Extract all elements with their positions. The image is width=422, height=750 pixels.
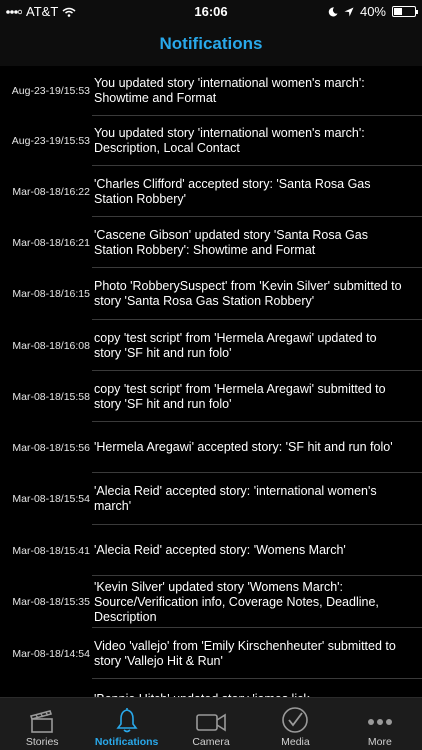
- notification-time: Mar-08-18/15:56: [12, 441, 90, 454]
- tab-camera[interactable]: Camera: [169, 698, 253, 750]
- tab-label: Notifications: [94, 736, 159, 748]
- notification-time: Mar-08-18/15:35: [12, 596, 90, 608]
- tab-more[interactable]: More: [338, 698, 422, 750]
- battery-percent: 40%: [359, 4, 386, 19]
- notification-text: 'Cascene Gibson' updated story 'Santa Ro…: [94, 227, 368, 257]
- notification-text: You updated story 'international women's…: [94, 76, 365, 105]
- tab-label: Camera: [192, 736, 230, 748]
- notification-time: Aug-23-19/15:53: [11, 85, 90, 97]
- notification-row[interactable]: Mar-08-18/16:21 'Cascene Gibson' updated …: [0, 217, 422, 268]
- notification-text: copy 'test script' from 'Hermela Aregawi…: [94, 381, 386, 411]
- more-dots-icon: [366, 710, 394, 734]
- notification-time: Mar-08-18/15:58: [12, 390, 90, 403]
- page-title: Notifications: [159, 34, 263, 53]
- notification-text: 'Kevin Silver' updated story 'Womens Mar…: [94, 579, 379, 624]
- notification-time: Mar-08-18/15:54: [12, 493, 90, 505]
- notification-row[interactable]: Mar-08-18/15:56 'Hermela Aregawi' accepte…: [0, 422, 422, 473]
- notification-text: Photo 'RobberySuspect' from 'Kevin Silve…: [94, 279, 402, 308]
- tab-media[interactable]: Media: [253, 698, 337, 750]
- tab-notifications[interactable]: Notifications: [84, 698, 168, 750]
- location-arrow-icon: [344, 7, 354, 16]
- battery-icon: [392, 6, 418, 17]
- notification-text: 'Alecia Reid' accepted story: 'Womens Ma…: [94, 543, 346, 557]
- tab-bar: Stories Notifications Camera Media More: [0, 697, 422, 750]
- notification-row[interactable]: Aug-23-19/15:53 You updated story 'intern…: [0, 116, 422, 166]
- notification-row[interactable]: Mar-08-18/15:35 'Kevin Silver' updated st…: [0, 576, 422, 628]
- tab-label: Stories: [25, 736, 59, 748]
- notification-row[interactable]: Mar-08-18/15:41 'Alecia Reid' accepted st…: [0, 525, 422, 576]
- checkmark-circle-icon: [281, 706, 309, 734]
- notifications-list[interactable]: Aug-23-19/15:53 You updated story 'intern…: [0, 66, 422, 698]
- notification-time: Aug-23-19/15:53: [11, 135, 90, 147]
- notification-row[interactable]: Mar-08-18/16:08 copy 'test script' from '…: [0, 320, 422, 371]
- notification-time: Mar-08-18/16:22: [12, 185, 90, 198]
- notification-time: Mar-08-18/16:08: [12, 339, 90, 352]
- notification-time: Mar-08-18/16:21: [12, 236, 90, 249]
- notification-text: 'Hermela Aregawi' accepted story: 'SF hi…: [94, 440, 393, 454]
- notification-time: Mar-08-18/14:54: [12, 647, 90, 660]
- notification-row[interactable]: 'Bonnie Hitch' updated story 'james lick: [0, 679, 422, 699]
- notification-text: You updated story 'international women's…: [94, 126, 365, 155]
- status-bar: AT&T 16:06 40%: [0, 0, 422, 22]
- navigation-bar: Notifications: [0, 22, 422, 66]
- battery-tip: [416, 10, 418, 14]
- notification-text: Video 'vallejo' from 'Emily Kirschenheut…: [94, 638, 396, 668]
- clapperboard-icon: [29, 710, 55, 734]
- tab-label: More: [367, 736, 392, 748]
- notification-row[interactable]: Mar-08-18/16:15 Photo 'RobberySuspect' fr…: [0, 268, 422, 320]
- notification-row[interactable]: Mar-08-18/16:22 'Charles Clifford' accept…: [0, 166, 422, 217]
- notification-text: 'Alecia Reid' accepted story: 'internati…: [94, 484, 377, 513]
- status-right: 40%: [328, 4, 418, 19]
- video-camera-icon: [195, 710, 227, 734]
- notification-text: 'Charles Clifford' accepted story: 'Sant…: [94, 176, 371, 206]
- bell-icon: [114, 706, 140, 734]
- tab-stories[interactable]: Stories: [0, 698, 84, 750]
- tab-label: Media: [281, 736, 310, 748]
- battery-fill: [394, 8, 402, 15]
- notification-time: Mar-08-18/15:41: [12, 544, 90, 557]
- notification-row[interactable]: Aug-23-19/15:53 You updated story 'intern…: [0, 66, 422, 116]
- notification-row[interactable]: Mar-08-18/14:54 Video 'vallejo' from 'Emi…: [0, 628, 422, 679]
- notification-text: copy 'test script' from 'Hermela Aregawi…: [94, 330, 377, 360]
- notification-row[interactable]: Mar-08-18/15:58 copy 'test script' from '…: [0, 371, 422, 422]
- moon-icon: [328, 6, 338, 16]
- notification-row[interactable]: Mar-08-18/15:54 'Alecia Reid' accepted st…: [0, 473, 422, 525]
- notification-time: Mar-08-18/16:15: [12, 288, 90, 300]
